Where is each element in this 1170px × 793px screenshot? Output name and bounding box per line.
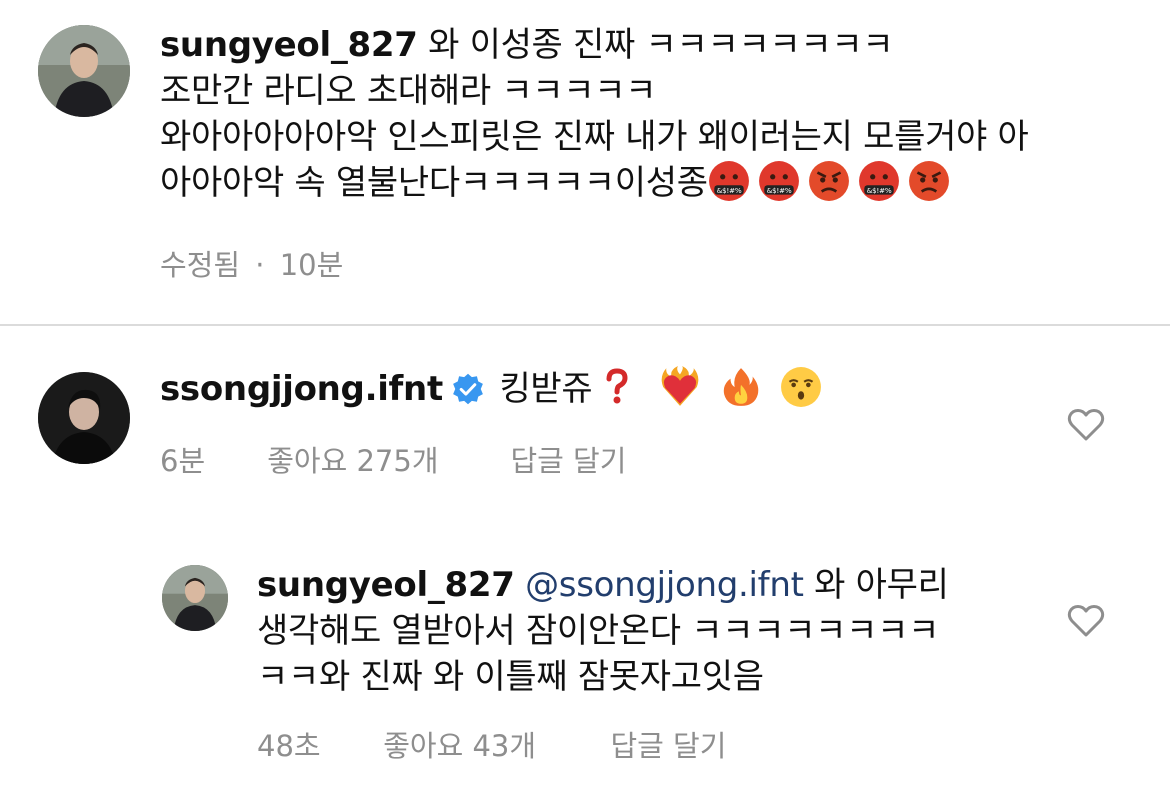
comment-text-line: 조만간 라디오 초대해라 ㅋㅋㅋㅋㅋ: [160, 71, 657, 111]
svg-text:&$!#%: &$!#%: [716, 186, 741, 195]
reply-username[interactable]: sungyeol_827: [257, 565, 515, 605]
comment-line: 아아아악 속 열불난다ㅋㅋㅋㅋㅋ이성종 &$!#% &$!#% &$!#%: [160, 160, 1150, 206]
comment-text: 킹받쥬: [499, 369, 593, 409]
comment-body: sungyeol_827 와 이성종 진짜 ㅋㅋㅋㅋㅋㅋㅋㅋ 조만간 라디오 초…: [160, 22, 1150, 206]
reply-text-line: ㅋㅋ와 진짜 와 이틀째 잠못자고잇음: [257, 657, 764, 697]
question-mark-emoji: [603, 366, 631, 408]
comment-username[interactable]: sungyeol_827: [160, 25, 418, 65]
reply-time: 48초: [257, 729, 321, 763]
cursing-face-emoji: &$!#%: [858, 160, 900, 202]
meta-separator: ·: [255, 248, 265, 282]
reply-button[interactable]: 답글 달기: [610, 723, 726, 765]
comment-time: 6분: [160, 444, 206, 478]
avatar-photo: [162, 565, 228, 631]
avatar-photo: [38, 25, 130, 117]
comment-username[interactable]: ssongjjong.ifnt: [160, 369, 443, 409]
angry-face-emoji: [808, 160, 850, 202]
edited-label: 수정됨: [160, 248, 241, 282]
mention-link[interactable]: @ssongjjong.ifnt: [525, 565, 804, 605]
reply-text-line: 와 아무리: [814, 565, 949, 605]
avatar-sungyeol-reply[interactable]: [162, 565, 228, 631]
verified-badge-icon: [451, 372, 485, 406]
avatar-photo: [38, 372, 130, 464]
section-divider: [0, 324, 1170, 326]
reply-button[interactable]: 답글 달기: [510, 438, 626, 480]
like-count[interactable]: 좋아요 275개: [267, 438, 501, 480]
comment-meta: 6분 좋아요 275개 답글 달기: [160, 438, 626, 480]
comment-time: 10분: [279, 248, 344, 282]
reply-body: sungyeol_827 @ssongjjong.ifnt 와 아무리 생각해도…: [257, 562, 1037, 700]
avatar-ssongjjong[interactable]: [38, 372, 130, 464]
like-heart-icon[interactable]: [1067, 408, 1105, 442]
reply-text-line: 생각해도 열받아서 잠이안온다 ㅋㅋㅋㅋㅋㅋㅋㅋ: [257, 611, 940, 651]
heart-on-fire-emoji: [659, 366, 701, 408]
like-heart-icon[interactable]: [1067, 604, 1105, 638]
comment-meta: 수정됨 · 10분: [160, 242, 343, 284]
reply-meta: 48초 좋아요 43개 답글 달기: [257, 723, 726, 765]
angry-face-emoji: [908, 160, 950, 202]
comment-text-line: 와아아아아아악 인스피릿은 진짜 내가 왜이러는지 모를거야 아: [160, 117, 1029, 157]
kissing-face-emoji: [780, 366, 822, 408]
svg-text:&$!#%: &$!#%: [866, 186, 891, 195]
comment-line: sungyeol_827 와 이성종 진짜 ㅋㅋㅋㅋㅋㅋㅋㅋ: [160, 22, 1150, 68]
like-count[interactable]: 좋아요 43개: [383, 723, 601, 765]
avatar-sungyeol[interactable]: [38, 25, 130, 117]
cursing-face-emoji: &$!#%: [758, 160, 800, 202]
comment-text-line: 와 이성종 진짜 ㅋㅋㅋㅋㅋㅋㅋㅋ: [428, 25, 894, 65]
cursing-face-emoji: &$!#%: [708, 160, 750, 202]
fire-emoji: [720, 366, 762, 408]
reply-line: sungyeol_827 @ssongjjong.ifnt 와 아무리: [257, 562, 1037, 608]
svg-text:&$!#%: &$!#%: [766, 186, 791, 195]
comment-body: ssongjjong.ifnt 킹받쥬: [160, 366, 1040, 412]
comment-text-line: 아아아악 속 열불난다ㅋㅋㅋㅋㅋ이성종: [160, 163, 708, 203]
